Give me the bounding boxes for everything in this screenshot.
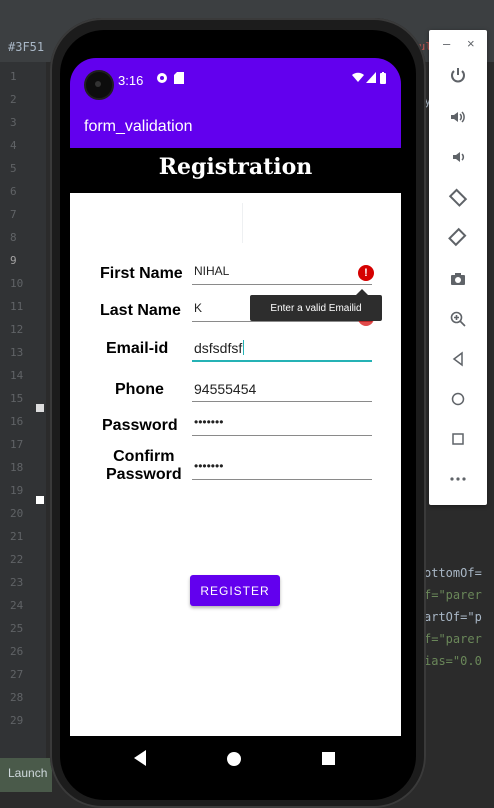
code-line-26: ias="0.0	[424, 654, 482, 668]
code-line-25: f="parer	[424, 632, 482, 646]
breakpoint-marker[interactable]	[36, 404, 44, 412]
phone-label: Phone	[115, 381, 164, 398]
line-number: 3	[10, 116, 17, 129]
phone-value: 94555454	[194, 381, 257, 397]
volume-up-icon[interactable]	[443, 102, 473, 132]
line-number: 18	[10, 461, 24, 474]
line-number: 27	[10, 668, 24, 681]
code-line-23: f="parer	[424, 588, 482, 602]
recents-icon[interactable]	[322, 752, 335, 765]
registration-form: First Name NIHAL Last Name K Email-id ds…	[70, 193, 401, 736]
first-name-label: First Name	[100, 265, 183, 282]
app-title: form_validation	[84, 118, 193, 135]
line-number: 28	[10, 691, 24, 704]
line-number: 25	[10, 622, 24, 635]
minimize-button[interactable]: –	[443, 36, 450, 51]
page-title: Registration	[158, 154, 313, 180]
line-number: 6	[10, 185, 17, 198]
status-bar: 3:16	[70, 58, 401, 100]
divider	[242, 203, 243, 243]
rotate-left-icon[interactable]	[443, 182, 473, 212]
email-field[interactable]: dsfsdfsf	[192, 336, 372, 362]
email-label: Email-id	[106, 340, 169, 357]
error-tooltip: Enter a valid Emailid	[250, 289, 382, 321]
line-number: 17	[10, 438, 24, 451]
line-number: 15	[10, 392, 24, 405]
line-number: 22	[10, 553, 24, 566]
line-number: 19	[10, 484, 24, 497]
password-field[interactable]: •••••••	[192, 411, 372, 436]
line-number: 11	[10, 300, 24, 313]
phone-screen: 3:16 form_validation Registration First …	[70, 58, 401, 783]
error-icon[interactable]: !	[358, 265, 374, 281]
wifi-icon	[352, 72, 364, 87]
ide-tab-text[interactable]: #3F51	[8, 40, 44, 54]
camera-icon[interactable]	[443, 264, 473, 294]
confirm-password-value: •••••••	[194, 459, 224, 473]
line-number: 24	[10, 599, 24, 612]
line-number: 20	[10, 507, 24, 520]
home-icon[interactable]	[227, 752, 241, 766]
register-button[interactable]: REGISTER	[190, 575, 280, 606]
email-value: dsfsdfsf	[194, 340, 245, 356]
code-line-22: ottomOf=	[424, 566, 482, 580]
line-number: 29	[10, 714, 24, 727]
notification-icon	[156, 72, 168, 87]
registration-header: Registration	[70, 148, 401, 193]
confirm-password-field[interactable]: •••••••	[192, 455, 372, 480]
last-name-label: Last Name	[100, 302, 181, 319]
line-number: 23	[10, 576, 24, 589]
line-number: 4	[10, 139, 17, 152]
last-name-value: K	[194, 301, 203, 315]
line-number: 7	[10, 208, 17, 221]
phone-field[interactable]: 94555454	[192, 377, 372, 402]
line-number: 14	[10, 369, 24, 382]
line-number: 2	[10, 93, 17, 106]
line-number: 5	[10, 162, 17, 175]
line-number: 26	[10, 645, 24, 658]
line-number: 13	[10, 346, 24, 359]
password-label: Password	[102, 417, 178, 434]
status-time: 3:16	[118, 73, 144, 88]
emulator-toolbar: – ×	[429, 30, 487, 505]
more-icon[interactable]	[443, 464, 473, 494]
line-number: 1	[10, 70, 17, 83]
power-icon[interactable]	[443, 60, 473, 90]
line-number: 8	[10, 231, 17, 244]
volume-down-icon[interactable]	[443, 142, 473, 172]
confirm-password-label: Confirm Password	[106, 448, 182, 483]
code-line-24: artOf="p	[424, 610, 482, 624]
battery-icon	[380, 72, 386, 87]
sd-card-icon	[174, 72, 184, 87]
text-cursor	[243, 340, 245, 355]
home-icon[interactable]	[443, 384, 473, 414]
navigation-bar	[70, 736, 401, 783]
overview-icon[interactable]	[443, 424, 473, 454]
back-icon[interactable]	[134, 750, 146, 766]
line-number: 16	[10, 415, 24, 428]
line-number: 10	[10, 277, 24, 290]
signal-icon	[366, 72, 376, 87]
back-icon[interactable]	[443, 344, 473, 374]
line-number: 21	[10, 530, 24, 543]
zoom-icon[interactable]	[443, 304, 473, 334]
breakpoint-marker[interactable]	[36, 496, 44, 504]
app-bar: form_validation	[70, 100, 401, 148]
first-name-field[interactable]: NIHAL	[192, 260, 372, 285]
front-camera	[84, 70, 114, 100]
rotate-right-icon[interactable]	[443, 222, 473, 252]
line-number: 9	[10, 254, 17, 267]
close-button[interactable]: ×	[467, 36, 475, 51]
password-value: •••••••	[194, 415, 224, 429]
launch-tab[interactable]: Launch	[0, 758, 52, 792]
first-name-value: NIHAL	[194, 264, 230, 278]
line-number: 12	[10, 323, 24, 336]
